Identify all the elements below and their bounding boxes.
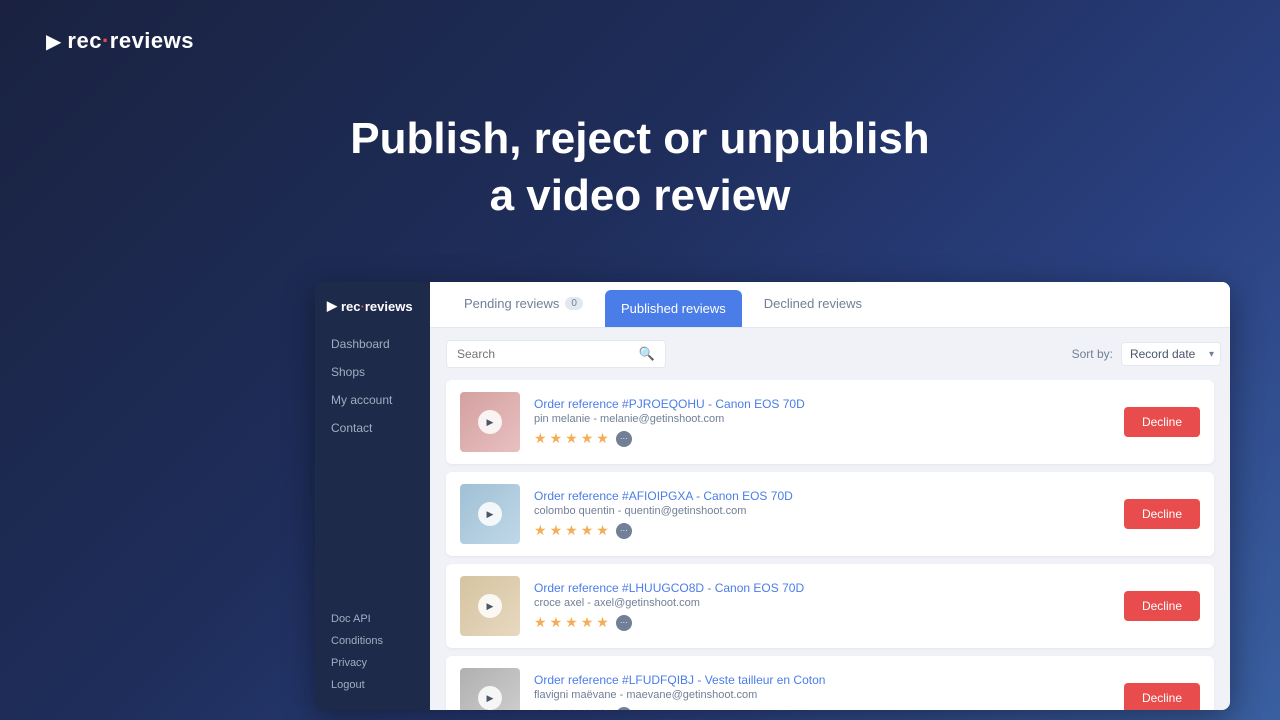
decline-button[interactable]: Decline xyxy=(1124,407,1200,437)
star-5: ★ xyxy=(596,706,609,710)
review-thumbnail[interactable]: ▶ xyxy=(460,576,520,636)
main-panel: ▶ rec·reviews Dashboard Shops My account… xyxy=(315,282,1230,710)
star-1: ★ xyxy=(534,614,547,631)
play-button-icon[interactable]: ▶ xyxy=(478,594,502,618)
review-info: Order reference #PJROEQOHU - Canon EOS 7… xyxy=(534,397,1110,447)
review-stars: ★ ★ ★ ★ ★ ··· xyxy=(534,430,1110,447)
top-logo: ▶ rec·reviews xyxy=(46,28,194,54)
star-3: ★ xyxy=(565,522,578,539)
review-info-dot[interactable]: ··· xyxy=(616,523,632,539)
review-title: Order reference #LFUDFQIBJ - Veste taill… xyxy=(534,673,1110,687)
tab-pending-reviews[interactable]: Pending reviews 0 xyxy=(446,282,601,327)
play-button-icon[interactable]: ▶ xyxy=(478,410,502,434)
sidebar-item-contact[interactable]: Contact xyxy=(327,416,418,440)
play-button-icon[interactable]: ▶ xyxy=(478,502,502,526)
sidebar-footer: Doc API Conditions Privacy Logout xyxy=(327,610,418,694)
hero-heading: Publish, reject or unpublish a video rev… xyxy=(0,110,1280,224)
star-4: ★ xyxy=(581,614,594,631)
review-author: croce axel - axel@getinshoot.com xyxy=(534,597,1110,609)
tab-published-label: Published reviews xyxy=(621,301,726,316)
tab-declined-reviews[interactable]: Declined reviews xyxy=(746,282,880,327)
review-author: pin melanie - melanie@getinshoot.com xyxy=(534,413,1110,425)
tabs-bar: Pending reviews 0 Published reviews Decl… xyxy=(430,282,1230,328)
review-author: colombo quentin - quentin@getinshoot.com xyxy=(534,505,1110,517)
tab-pending-label: Pending reviews xyxy=(464,296,559,311)
toolbar: 🔍 Sort by: Record date Rating Author ▾ xyxy=(430,328,1230,380)
review-title: Order reference #LHUUGCO8D - Canon EOS 7… xyxy=(534,581,1110,595)
review-thumbnail[interactable]: ▶ xyxy=(460,484,520,544)
tab-declined-label: Declined reviews xyxy=(764,296,862,311)
review-info-dot[interactable]: ··· xyxy=(616,615,632,631)
logo-text: rec·reviews xyxy=(67,28,194,54)
decline-button[interactable]: Decline xyxy=(1124,591,1200,621)
star-1: ★ xyxy=(534,706,547,710)
logo-dot: · xyxy=(102,28,110,53)
review-thumbnail[interactable]: ▶ xyxy=(460,392,520,452)
decline-button[interactable]: Decline xyxy=(1124,499,1200,529)
sort-select[interactable]: Record date Rating Author xyxy=(1121,342,1221,366)
star-1: ★ xyxy=(534,430,547,447)
review-title: Order reference #AFIOIPGXA - Canon EOS 7… xyxy=(534,489,1110,503)
search-input[interactable] xyxy=(457,347,633,361)
sidebar-item-my-account[interactable]: My account xyxy=(327,388,418,412)
hero-line-2: a video review xyxy=(0,167,1280,224)
logo-play-icon: ▶ xyxy=(46,29,61,54)
sidebar-nav: Dashboard Shops My account Contact xyxy=(327,332,418,610)
play-button-icon[interactable]: ▶ xyxy=(478,686,502,710)
tab-published-reviews[interactable]: Published reviews xyxy=(605,290,742,327)
review-list: ▶ Order reference #PJROEQOHU - Canon EOS… xyxy=(430,380,1230,710)
review-item: ▶ Order reference #LFUDFQIBJ - Veste tai… xyxy=(446,656,1214,710)
review-info-dot[interactable]: ··· xyxy=(616,431,632,447)
sidebar-item-privacy[interactable]: Privacy xyxy=(327,654,418,672)
sidebar-logo: ▶ rec·reviews xyxy=(327,298,418,314)
star-2: ★ xyxy=(550,706,563,710)
sidebar-item-dashboard[interactable]: Dashboard xyxy=(327,332,418,356)
review-stars: ★ ★ ★ ★ ★ ··· xyxy=(534,522,1110,539)
content-area: Pending reviews 0 Published reviews Decl… xyxy=(430,282,1230,710)
sidebar-item-doc-api[interactable]: Doc API xyxy=(327,610,418,628)
review-title: Order reference #PJROEQOHU - Canon EOS 7… xyxy=(534,397,1110,411)
star-5: ★ xyxy=(596,522,609,539)
star-4: ★ xyxy=(581,430,594,447)
star-3: ★ xyxy=(565,706,578,710)
hero-line-1: Publish, reject or unpublish xyxy=(0,110,1280,167)
star-3: ★ xyxy=(565,430,578,447)
star-5: ★ xyxy=(596,614,609,631)
sidebar-logo-text: rec·reviews xyxy=(341,299,413,314)
review-info: Order reference #LFUDFQIBJ - Veste taill… xyxy=(534,673,1110,710)
review-author: flavigni maëvane - maevane@getinshoot.co… xyxy=(534,689,1110,701)
review-info: Order reference #LHUUGCO8D - Canon EOS 7… xyxy=(534,581,1110,631)
star-2: ★ xyxy=(550,614,563,631)
star-1: ★ xyxy=(534,522,547,539)
star-3: ★ xyxy=(565,614,578,631)
star-4: ★ xyxy=(581,706,594,710)
star-4: ★ xyxy=(581,522,594,539)
search-icon: 🔍 xyxy=(639,346,655,362)
review-item: ▶ Order reference #AFIOIPGXA - Canon EOS… xyxy=(446,472,1214,556)
review-info: Order reference #AFIOIPGXA - Canon EOS 7… xyxy=(534,489,1110,539)
review-item: ▶ Order reference #LHUUGCO8D - Canon EOS… xyxy=(446,564,1214,648)
star-5: ★ xyxy=(596,430,609,447)
review-stars: ★ ★ ★ ★ ★ ··· xyxy=(534,706,1110,710)
sidebar-item-logout[interactable]: Logout xyxy=(327,676,418,694)
star-2: ★ xyxy=(550,522,563,539)
sidebar-item-shops[interactable]: Shops xyxy=(327,360,418,384)
sidebar: ▶ rec·reviews Dashboard Shops My account… xyxy=(315,282,430,710)
decline-button[interactable]: Decline xyxy=(1124,683,1200,710)
review-item: ▶ Order reference #PJROEQOHU - Canon EOS… xyxy=(446,380,1214,464)
star-2: ★ xyxy=(550,430,563,447)
review-stars: ★ ★ ★ ★ ★ ··· xyxy=(534,614,1110,631)
review-info-dot[interactable]: ··· xyxy=(616,707,632,711)
sort-label: Sort by: xyxy=(1072,347,1113,361)
search-box: 🔍 xyxy=(446,340,666,368)
sort-area: Sort by: Record date Rating Author ▾ xyxy=(1072,342,1214,366)
sidebar-play-icon: ▶ xyxy=(327,298,337,314)
sidebar-item-conditions[interactable]: Conditions xyxy=(327,632,418,650)
review-thumbnail[interactable]: ▶ xyxy=(460,668,520,710)
tab-pending-badge: 0 xyxy=(565,297,583,310)
